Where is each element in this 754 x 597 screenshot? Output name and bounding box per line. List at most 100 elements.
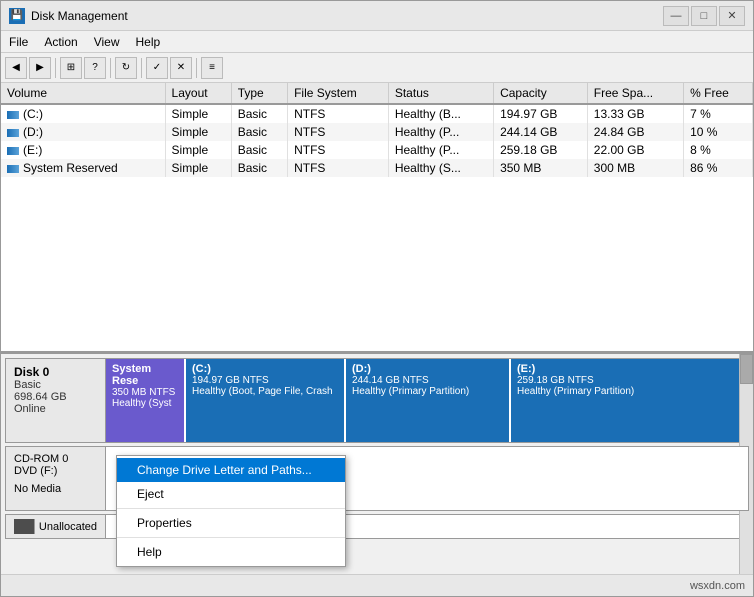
partition-d-status: Healthy (Primary Partition) — [352, 386, 503, 397]
cdrom0-name: CD-ROM 0 — [14, 453, 97, 465]
menu-view[interactable]: View — [86, 31, 128, 52]
toolbar-separator-2 — [110, 58, 111, 78]
cell-volume: (D:) — [1, 123, 165, 141]
cell-layout: Simple — [165, 123, 231, 141]
cell-percent: 8 % — [684, 141, 753, 159]
cell-status: Healthy (S... — [388, 159, 493, 177]
table-row[interactable]: System Reserved Simple Basic NTFS Health… — [1, 159, 753, 177]
app-icon: 💾 — [9, 8, 25, 24]
context-menu-help[interactable]: Help — [117, 540, 345, 564]
volumes-table-pane: Volume Layout Type File System Status Ca… — [1, 83, 753, 354]
cell-filesystem: NTFS — [288, 141, 389, 159]
table-row[interactable]: (E:) Simple Basic NTFS Healthy (P... 259… — [1, 141, 753, 159]
cell-layout: Simple — [165, 104, 231, 123]
partition-e-status: Healthy (Primary Partition) — [517, 386, 740, 397]
disk0-name: Disk 0 — [14, 365, 97, 379]
cell-percent: 10 % — [684, 123, 753, 141]
context-menu[interactable]: Change Drive Letter and Paths... Eject P… — [116, 455, 346, 567]
unallocated-icon — [14, 519, 35, 534]
toolbar-separator-4 — [196, 58, 197, 78]
status-bar: wsxdn.com — [1, 574, 753, 596]
partition-e-name: (E:) — [517, 363, 740, 375]
menu-bar: File Action View Help — [1, 31, 753, 53]
help-button[interactable]: ? — [84, 57, 106, 79]
cell-layout: Simple — [165, 159, 231, 177]
cell-layout: Simple — [165, 141, 231, 159]
maximize-button[interactable]: □ — [691, 6, 717, 26]
cdrom0-row: CD-ROM 0 DVD (F:) No Media Change Drive … — [5, 446, 749, 511]
cell-free: 13.33 GB — [587, 104, 683, 123]
close-button[interactable]: ✕ — [719, 6, 745, 26]
context-menu-separator-2 — [117, 537, 345, 538]
window-title: Disk Management — [31, 9, 128, 23]
table-row[interactable]: (D:) Simple Basic NTFS Healthy (P... 244… — [1, 123, 753, 141]
scrollbar-thumb[interactable] — [740, 354, 753, 384]
menu-action[interactable]: Action — [36, 31, 85, 52]
col-percent[interactable]: % Free — [684, 83, 753, 104]
context-menu-separator-1 — [117, 508, 345, 509]
col-layout[interactable]: Layout — [165, 83, 231, 104]
partition-d-name: (D:) — [352, 363, 503, 375]
cell-percent: 86 % — [684, 159, 753, 177]
cell-free: 22.00 GB — [587, 141, 683, 159]
partition-c-name: (C:) — [192, 363, 338, 375]
disk-map-pane: Disk 0 Basic 698.64 GB Online System Res… — [1, 354, 753, 574]
menu-help[interactable]: Help — [128, 31, 169, 52]
disk-map-inner: Disk 0 Basic 698.64 GB Online System Res… — [1, 354, 753, 574]
partition-system-size: 350 MB NTFS — [112, 387, 178, 398]
col-free[interactable]: Free Spa... — [587, 83, 683, 104]
title-bar-left: 💾 Disk Management — [9, 8, 128, 24]
context-menu-change-drive-letter[interactable]: Change Drive Letter and Paths... — [117, 458, 345, 482]
partition-d[interactable]: (D:) 244.14 GB NTFS Healthy (Primary Par… — [346, 359, 511, 442]
minimize-button[interactable]: — — [663, 6, 689, 26]
col-type[interactable]: Type — [231, 83, 287, 104]
btn3[interactable]: ≡ — [201, 57, 223, 79]
col-filesystem[interactable]: File System — [288, 83, 389, 104]
cell-volume: (C:) — [1, 104, 165, 123]
disk0-size: 698.64 GB — [14, 391, 97, 403]
back-button[interactable]: ◀ — [5, 57, 27, 79]
btn2[interactable]: ✕ — [170, 57, 192, 79]
cell-type: Basic — [231, 159, 287, 177]
cdrom0-label: CD-ROM 0 DVD (F:) No Media — [6, 447, 106, 510]
unallocated-label: Unallocated — [6, 515, 106, 538]
partition-e-size: 259.18 GB NTFS — [517, 375, 740, 386]
context-menu-eject[interactable]: Eject — [117, 482, 345, 506]
cell-percent: 7 % — [684, 104, 753, 123]
col-status[interactable]: Status — [388, 83, 493, 104]
context-menu-properties[interactable]: Properties — [117, 511, 345, 535]
cell-volume: (E:) — [1, 141, 165, 159]
main-content: Volume Layout Type File System Status Ca… — [1, 83, 753, 574]
cell-type: Basic — [231, 104, 287, 123]
disk0-partitions: System Rese 350 MB NTFS Healthy (Syst (C… — [106, 359, 748, 442]
cell-free: 300 MB — [587, 159, 683, 177]
cdrom0-media: No Media — [14, 483, 97, 495]
title-bar: 💾 Disk Management — □ ✕ — [1, 1, 753, 31]
cell-filesystem: NTFS — [288, 159, 389, 177]
cell-capacity: 259.18 GB — [494, 141, 588, 159]
col-volume[interactable]: Volume — [1, 83, 165, 104]
disk0-label: Disk 0 Basic 698.64 GB Online — [6, 359, 106, 442]
cell-status: Healthy (P... — [388, 141, 493, 159]
refresh-button[interactable]: ↻ — [115, 57, 137, 79]
cdrom0-type: DVD (F:) — [14, 465, 97, 477]
btn1[interactable]: ✓ — [146, 57, 168, 79]
partition-c[interactable]: (C:) 194.97 GB NTFS Healthy (Boot, Page … — [186, 359, 346, 442]
menu-file[interactable]: File — [1, 31, 36, 52]
disk0-status: Online — [14, 403, 97, 415]
table-row[interactable]: (C:) Simple Basic NTFS Healthy (B... 194… — [1, 104, 753, 123]
toolbar-separator-3 — [141, 58, 142, 78]
properties-button[interactable]: ⊞ — [60, 57, 82, 79]
cell-capacity: 194.97 GB — [494, 104, 588, 123]
volumes-table: Volume Layout Type File System Status Ca… — [1, 83, 753, 177]
partition-e[interactable]: (E:) 259.18 GB NTFS Healthy (Primary Par… — [511, 359, 748, 442]
disk0-row: Disk 0 Basic 698.64 GB Online System Res… — [5, 358, 749, 443]
forward-button[interactable]: ▶ — [29, 57, 51, 79]
cell-filesystem: NTFS — [288, 104, 389, 123]
partition-system-status: Healthy (Syst — [112, 398, 178, 409]
col-capacity[interactable]: Capacity — [494, 83, 588, 104]
cell-status: Healthy (B... — [388, 104, 493, 123]
disk-management-window: 💾 Disk Management — □ ✕ File Action View… — [0, 0, 754, 597]
cell-volume: System Reserved — [1, 159, 165, 177]
partition-system-reserved[interactable]: System Rese 350 MB NTFS Healthy (Syst — [106, 359, 186, 442]
